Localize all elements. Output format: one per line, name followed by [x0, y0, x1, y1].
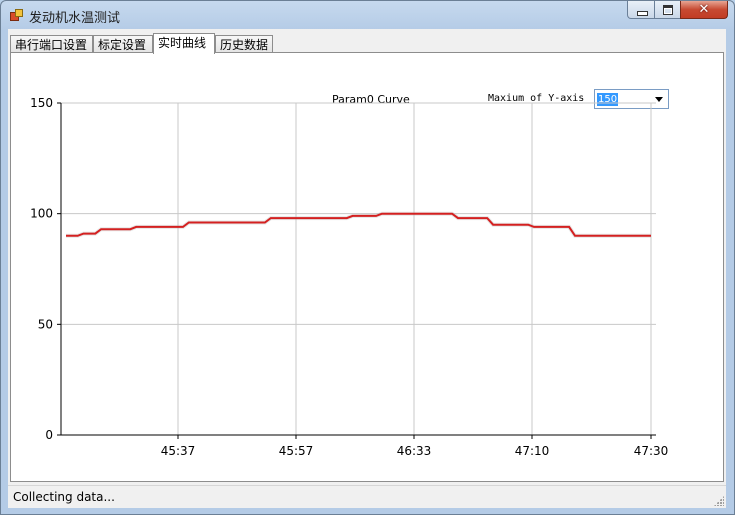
- tab-strip: 串行端口设置 标定设置 实时曲线 历史数据: [8, 33, 726, 54]
- realtime-chart: 0 50 100 150 45:37 45:57 46:33 47:10 47:30: [30, 96, 669, 458]
- y-tick-label-0: 0: [45, 428, 53, 442]
- tab-realtime-curve[interactable]: 实时曲线: [153, 33, 215, 54]
- close-button[interactable]: ✕: [680, 1, 728, 19]
- tab-serial-port-settings[interactable]: 串行端口设置: [10, 35, 93, 53]
- window-title: 发动机水温测试: [29, 11, 121, 26]
- y-tick-label-100: 100: [30, 207, 53, 221]
- minimize-button[interactable]: [627, 1, 655, 19]
- x-tick-label-0: 45:37: [161, 444, 196, 458]
- client-area: 串行端口设置 标定设置 实时曲线 历史数据 Param0 Curve Maxiu…: [8, 29, 726, 508]
- app-icon: [10, 9, 23, 21]
- y-tick-label-150: 150: [30, 96, 53, 110]
- maximize-button[interactable]: [654, 1, 681, 19]
- resize-grip-icon[interactable]: [714, 496, 724, 506]
- title-bar[interactable]: 发动机水温测试 ✕: [1, 1, 734, 29]
- y-tick-label-50: 50: [38, 317, 53, 331]
- x-tick-label-1: 45:57: [279, 444, 314, 458]
- tab-history-data[interactable]: 历史数据: [215, 35, 273, 53]
- status-text: Collecting data...: [13, 490, 115, 504]
- close-icon: ✕: [698, 2, 710, 17]
- main-window: 发动机水温测试 ✕ 串行端口设置 标定设置 实时曲线 历史数据 Param0 C…: [0, 0, 735, 515]
- status-bar: Collecting data...: [8, 485, 726, 508]
- x-tick-label-4: 47:30: [634, 444, 669, 458]
- tab-calibration-settings[interactable]: 标定设置: [93, 35, 153, 53]
- x-tick-label-3: 47:10: [515, 444, 550, 458]
- x-tick-label-2: 46:33: [397, 444, 432, 458]
- series-shadow-0: [66, 211, 651, 238]
- realtime-curve-panel: Param0 Curve Maxium of Y-axis 150 0 50 100…: [10, 52, 724, 482]
